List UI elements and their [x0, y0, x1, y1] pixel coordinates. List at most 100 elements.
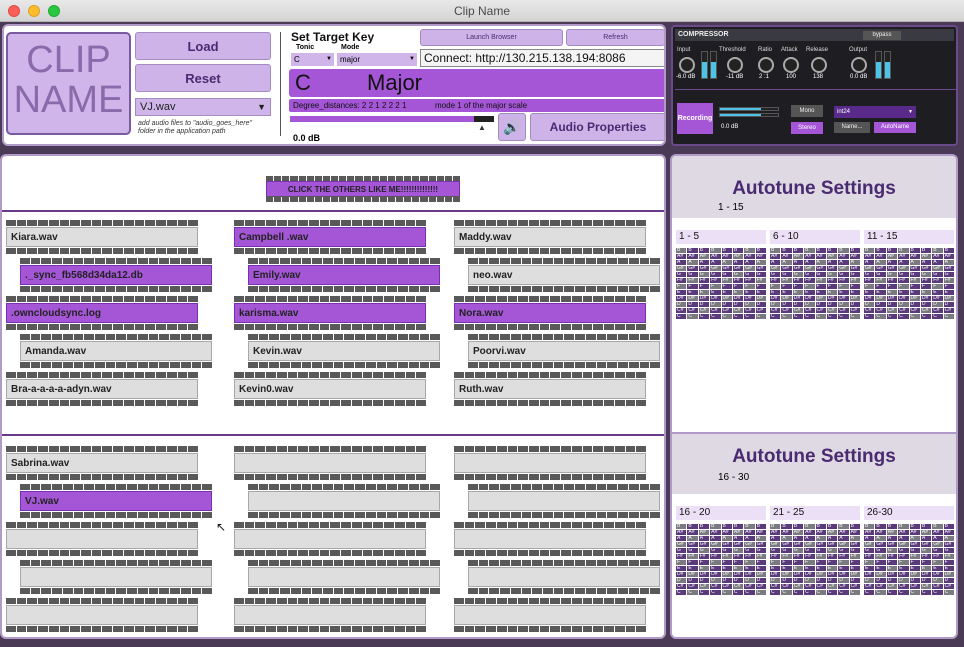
autotune-note-cell[interactable]: D — [721, 578, 732, 583]
autotune-note-cell[interactable]: E — [732, 566, 744, 571]
autotune-note-cell[interactable]: D — [909, 578, 920, 583]
autotune-note-cell[interactable]: F — [849, 284, 860, 289]
autotune-note-cell[interactable]: A# — [744, 530, 755, 535]
autotune-note-cell[interactable]: G# — [687, 266, 698, 271]
autotune-note-cell[interactable]: F — [943, 284, 954, 289]
clip-button[interactable] — [454, 529, 646, 549]
autotune-note-cell[interactable]: D# — [943, 572, 954, 577]
autotune-note-cell[interactable]: G — [687, 548, 698, 553]
clip-button[interactable]: Poorvi.wav — [468, 341, 660, 361]
autotune-note-cell[interactable]: D — [849, 302, 860, 307]
autotune-note-cell[interactable]: A# — [781, 530, 792, 535]
autotune-note-cell[interactable]: E — [898, 290, 909, 295]
clip-button[interactable]: Campbell .wav — [234, 227, 426, 247]
autotune-note-cell[interactable]: G# — [721, 266, 732, 271]
autotune-note-cell[interactable]: D — [864, 302, 875, 307]
autotune-note-cell[interactable]: D# — [770, 572, 781, 577]
autotune-note-cell[interactable]: A — [676, 536, 687, 541]
autotune-note-cell[interactable]: F# — [909, 554, 920, 559]
autotune-note-cell[interactable]: D# — [943, 296, 954, 301]
autotune-note-cell[interactable]: A# — [687, 254, 698, 259]
autotune-note-cell[interactable]: G# — [898, 542, 909, 547]
autotune-note-cell[interactable]: C — [710, 314, 721, 319]
autotune-note-cell[interactable]: G — [710, 272, 721, 277]
autotune-note-cell[interactable]: F — [920, 560, 932, 565]
autotune-note-cell[interactable]: F# — [755, 278, 766, 283]
clip-button[interactable]: .owncloudsync.log — [6, 303, 198, 323]
autotune-note-cell[interactable]: G# — [792, 266, 804, 271]
autotune-note-cell[interactable]: A# — [721, 254, 732, 259]
autotune-note-cell[interactable]: A# — [815, 254, 826, 259]
autotune-note-cell[interactable]: D — [826, 578, 838, 583]
autotune-note-cell[interactable]: D — [804, 302, 815, 307]
autotune-note-cell[interactable]: A — [687, 536, 698, 541]
autotune-note-cell[interactable]: C# — [804, 584, 815, 589]
autotune-note-cell[interactable]: B — [815, 524, 826, 529]
autotune-note-cell[interactable]: A — [687, 260, 698, 265]
autotune-note-cell[interactable]: F# — [875, 554, 886, 559]
autotune-note-cell[interactable]: D — [710, 578, 721, 583]
autotune-note-cell[interactable]: F — [755, 284, 766, 289]
autotune-note-cell[interactable]: C — [909, 314, 920, 319]
autotune-note-cell[interactable]: B — [886, 248, 898, 253]
autotune-note-cell[interactable]: B — [721, 524, 732, 529]
autotune-note-cell[interactable]: C — [920, 590, 932, 595]
autotune-note-cell[interactable]: F — [815, 284, 826, 289]
autotune-note-cell[interactable]: E — [732, 290, 744, 295]
autotune-note-cell[interactable]: G — [864, 272, 875, 277]
autotune-note-cell[interactable]: G# — [943, 266, 954, 271]
autotune-note-cell[interactable]: E — [710, 290, 721, 295]
autotune-note-cell[interactable]: A — [710, 260, 721, 265]
reset-button[interactable]: Reset — [135, 64, 271, 92]
clip-button[interactable] — [234, 605, 426, 625]
autotune-note-cell[interactable]: F — [804, 284, 815, 289]
autotune-note-cell[interactable]: E — [909, 290, 920, 295]
autotune-note-cell[interactable]: C — [875, 314, 886, 319]
autotune-note-cell[interactable]: G — [770, 548, 781, 553]
autotune-note-cell[interactable]: A — [792, 536, 804, 541]
clip-button[interactable]: neo.wav — [468, 265, 660, 285]
autotune-note-cell[interactable]: D# — [721, 296, 732, 301]
autotune-note-cell[interactable]: A# — [943, 254, 954, 259]
autotune-note-cell[interactable]: F# — [721, 278, 732, 283]
autotune-note-cell[interactable]: C# — [943, 308, 954, 313]
autotune-note-cell[interactable]: F# — [826, 554, 838, 559]
name-button[interactable]: Name... — [834, 122, 870, 133]
autotune-note-cell[interactable]: C# — [755, 584, 766, 589]
autotune-note-cell[interactable]: B — [875, 524, 886, 529]
autotune-note-cell[interactable]: A# — [932, 254, 943, 259]
autotune-note-cell[interactable]: F# — [781, 554, 792, 559]
autotune-note-cell[interactable]: F — [815, 560, 826, 565]
autotune-note-cell[interactable]: G — [849, 548, 860, 553]
autotune-note-cell[interactable]: B — [744, 524, 755, 529]
autotune-note-cell[interactable]: D — [898, 578, 909, 583]
autotune-note-cell[interactable]: E — [849, 290, 860, 295]
autotune-note-cell[interactable]: F# — [886, 278, 898, 283]
autotune-note-cell[interactable]: A — [755, 536, 766, 541]
autotune-note-cell[interactable]: B — [781, 524, 792, 529]
autotune-note-cell[interactable]: F — [710, 284, 721, 289]
autotune-note-cell[interactable]: G — [687, 272, 698, 277]
autotune-note-cell[interactable]: D — [932, 302, 943, 307]
autotune-note-cell[interactable]: C — [943, 314, 954, 319]
clip-button[interactable] — [6, 605, 198, 625]
volume-slider[interactable] — [290, 116, 494, 122]
autotune-note-cell[interactable]: D# — [875, 572, 886, 577]
autotune-note-cell[interactable]: E — [943, 566, 954, 571]
autotune-note-cell[interactable]: C# — [920, 308, 932, 313]
autotune-note-cell[interactable]: D — [770, 302, 781, 307]
clip-button[interactable]: Sabrina.wav — [6, 453, 198, 473]
autotune-note-cell[interactable]: D — [838, 302, 849, 307]
autotune-note-cell[interactable]: C# — [721, 308, 732, 313]
autotune-note-cell[interactable]: D# — [849, 296, 860, 301]
autotune-note-cell[interactable]: B — [943, 524, 954, 529]
autotune-note-cell[interactable]: F — [886, 560, 898, 565]
autotune-note-cell[interactable]: A — [920, 536, 932, 541]
autotune-note-cell[interactable]: F — [676, 284, 687, 289]
autotune-note-cell[interactable]: C — [886, 314, 898, 319]
autotune-note-cell[interactable]: G# — [826, 266, 838, 271]
autotune-note-cell[interactable]: D# — [875, 296, 886, 301]
autotune-note-cell[interactable]: F — [932, 284, 943, 289]
autotune-note-cell[interactable]: A — [898, 536, 909, 541]
autotune-note-cell[interactable]: F — [886, 284, 898, 289]
